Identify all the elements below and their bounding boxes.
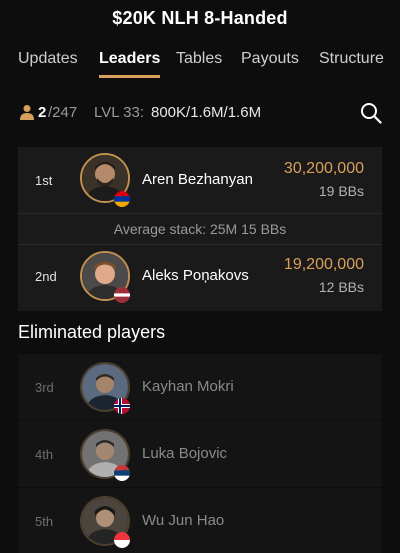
tab-structure[interactable]: Structure <box>319 42 384 78</box>
search-icon[interactable] <box>360 102 382 124</box>
players-total: /247 <box>48 104 78 121</box>
player-name: Wu Jun Hao <box>142 512 225 529</box>
person-icon <box>20 105 34 120</box>
tab-tables[interactable]: Tables <box>176 42 222 78</box>
chip-count: 30,200,000 <box>283 160 364 177</box>
rank-label: 1st <box>35 173 53 188</box>
flag-latvia-icon <box>114 287 130 303</box>
tab-bar: Updates Leaders Tables Payouts Structure <box>0 42 400 78</box>
tab-leaders[interactable]: Leaders <box>99 42 161 78</box>
level-blinds: 800K/1.6M/1.6M <box>151 104 262 121</box>
flag-singapore-icon <box>114 532 130 548</box>
tab-payouts[interactable]: Payouts <box>241 42 299 78</box>
big-blinds: 19 BBs <box>318 183 364 199</box>
player-name: Aleks Poņakovs <box>142 267 249 284</box>
chip-count: 19,200,000 <box>283 256 364 273</box>
average-stack: Average stack: 25M 15 BBs <box>113 221 287 237</box>
rank-label: 2nd <box>35 269 57 284</box>
player-name: Luka Bojovic <box>142 445 228 462</box>
leaders-card: 1st Aren Bezhanyan 30,200,000 19 BBs Ave… <box>18 147 382 311</box>
eliminated-row[interactable]: 3rd Kayhan Mokri <box>18 354 382 420</box>
level-label: LVL 33: <box>94 104 145 121</box>
player-name: Kayhan Mokri <box>142 378 234 395</box>
leader-row[interactable]: 2nd Aleks Poņakovs 19,200,000 12 BBs <box>18 245 382 311</box>
eliminated-section-title: Eliminated players <box>18 322 166 342</box>
eliminated-row[interactable]: 4th Luka Bojovic <box>18 421 382 487</box>
rank-label: 3rd <box>35 380 54 395</box>
flag-norway-icon <box>114 398 130 414</box>
leader-row[interactable]: 1st Aren Bezhanyan 30,200,000 19 BBs <box>18 147 382 213</box>
players-remaining: 2 <box>38 104 47 121</box>
flag-armenia-icon <box>114 191 130 207</box>
tab-updates[interactable]: Updates <box>18 42 78 78</box>
page-title: $20K NLH 8-Handed <box>112 8 288 28</box>
rank-label: 5th <box>35 514 54 529</box>
player-name: Aren Bezhanyan <box>142 171 253 188</box>
tournament-info-bar: 2 /247 LVL 33: 800K/1.6M/1.6M <box>0 96 400 130</box>
eliminated-row[interactable]: 5th Wu Jun Hao <box>18 488 382 553</box>
flag-serbia-icon <box>114 465 130 481</box>
rank-label: 4th <box>35 447 54 462</box>
app-header: $20K NLH 8-Handed <box>0 0 400 36</box>
big-blinds: 12 BBs <box>318 279 364 295</box>
